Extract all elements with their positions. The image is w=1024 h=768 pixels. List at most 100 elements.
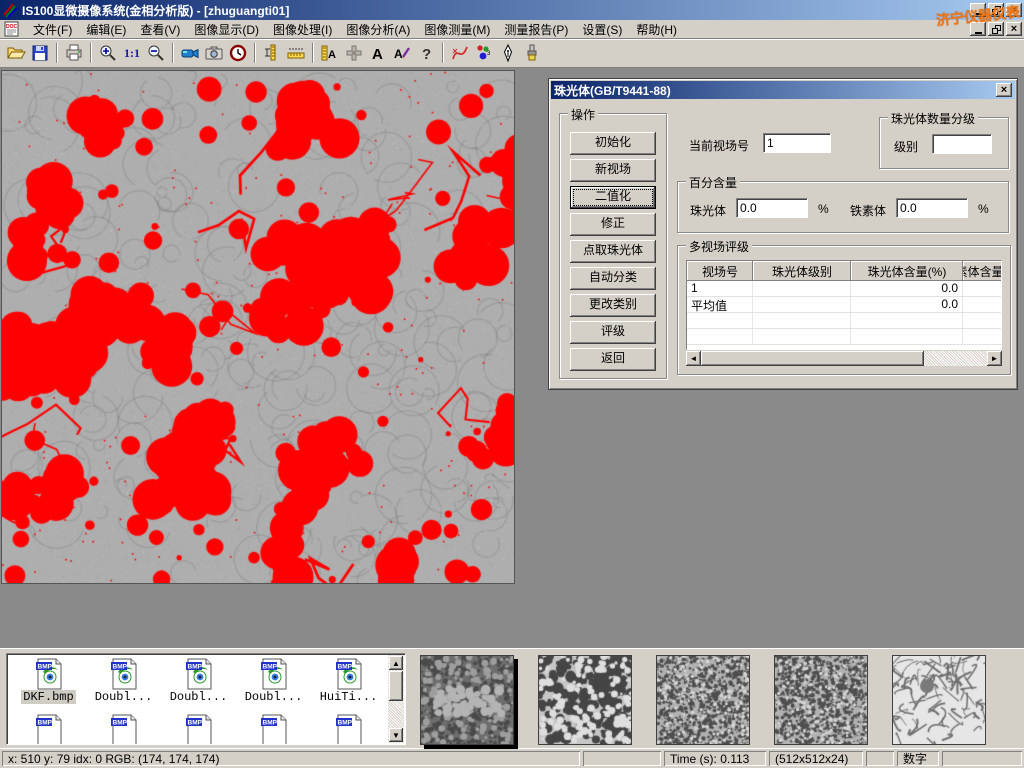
- file-name[interactable]: Doubl...: [243, 690, 305, 704]
- file-item[interactable]: BMP: [161, 714, 236, 745]
- change-class-button[interactable]: 更改类别: [570, 294, 656, 317]
- menu-edit[interactable]: 编辑(E): [79, 19, 133, 40]
- metallograph-image[interactable]: [1, 70, 515, 584]
- thumbnail-2[interactable]: [538, 655, 632, 745]
- scroll-down-icon[interactable]: ▼: [389, 728, 403, 742]
- menu-image-measure[interactable]: 图像测量(M): [417, 19, 497, 40]
- current-field-input[interactable]: [763, 133, 831, 153]
- svg-text:A: A: [372, 46, 383, 63]
- pearlite-dialog: 珠光体(GB/T9441-88) × 操作 初始化 新视场 二值化 修正 点取珠…: [548, 78, 1018, 390]
- file-name[interactable]: Doubl...: [168, 690, 230, 704]
- curve-tool-icon[interactable]: [448, 41, 472, 65]
- classify-particles-icon[interactable]: 3: [472, 41, 496, 65]
- file-list-scrollbar[interactable]: ▲ ▼: [388, 655, 404, 743]
- cursor-status: x: 510 y: 79 idx: 0 RGB: (174, 174, 174): [2, 751, 580, 766]
- grid-select-icon[interactable]: [342, 41, 366, 65]
- menu-view[interactable]: 查看(V): [133, 19, 187, 40]
- file-item[interactable]: BMP: [86, 714, 161, 745]
- bmp-file-icon: BMP: [109, 658, 139, 690]
- return-button[interactable]: 返回: [570, 348, 656, 371]
- mdi-restore-button[interactable]: [988, 22, 1004, 36]
- annotate-icon[interactable]: A: [390, 41, 414, 65]
- ruler-icon[interactable]: [284, 41, 308, 65]
- file-name[interactable]: DKF.bmp: [21, 690, 75, 704]
- file-item[interactable]: BMP DKF.bmp: [11, 658, 86, 704]
- grade-level-input[interactable]: [932, 134, 992, 154]
- actual-size-icon[interactable]: 1:1: [120, 41, 144, 65]
- file-item[interactable]: BMP Doubl...: [161, 658, 236, 704]
- col-pearlite-grade[interactable]: 珠光体级别: [753, 261, 851, 281]
- col-field-no[interactable]: 视场号: [687, 261, 753, 281]
- status-panel-empty: [866, 751, 894, 766]
- file-item[interactable]: BMP Doubl...: [236, 658, 311, 704]
- timer-clock-icon[interactable]: [226, 41, 250, 65]
- menu-file[interactable]: 文件(F): [26, 19, 79, 40]
- menu-image-display[interactable]: 图像显示(D): [187, 19, 266, 40]
- close-button[interactable]: ×: [1006, 3, 1022, 17]
- open-icon[interactable]: [4, 41, 28, 65]
- correct-button[interactable]: 修正: [570, 213, 656, 236]
- file-browser[interactable]: BMP DKF.bmp BMP Doubl... BMP Doubl... BM…: [6, 653, 406, 745]
- caliper-icon[interactable]: [260, 41, 284, 65]
- save-icon[interactable]: [28, 41, 52, 65]
- thumbnail-3[interactable]: [656, 655, 750, 745]
- binarize-button[interactable]: 二值化: [570, 186, 656, 209]
- menu-measure-report[interactable]: 测量报告(P): [497, 19, 575, 40]
- grade-group-label: 珠光体数量分级: [888, 110, 978, 127]
- help-icon[interactable]: ?: [414, 41, 438, 65]
- thumbnail-1[interactable]: [420, 655, 514, 745]
- table-horizontal-scrollbar[interactable]: ◄ ►: [686, 351, 1002, 366]
- file-item[interactable]: BMP: [11, 714, 86, 745]
- scroll-thumb[interactable]: [701, 351, 924, 366]
- pen-tool-icon[interactable]: [496, 41, 520, 65]
- text-icon[interactable]: A: [366, 41, 390, 65]
- table-row[interactable]: 平均值 0.0: [687, 297, 1001, 313]
- file-item[interactable]: BMP HuiTi...: [311, 658, 386, 704]
- scroll-left-icon[interactable]: ◄: [686, 351, 701, 366]
- table-row[interactable]: 1 0.0: [687, 281, 1001, 297]
- rate-button[interactable]: 评级: [570, 321, 656, 344]
- camera-icon[interactable]: [202, 41, 226, 65]
- zoom-in-icon[interactable]: [96, 41, 120, 65]
- print-icon[interactable]: [62, 41, 86, 65]
- new-field-button[interactable]: 新视场: [570, 159, 656, 182]
- scroll-thumb[interactable]: [389, 671, 403, 701]
- col-ferrite-content[interactable]: 铁素体含量(%): [963, 261, 1002, 281]
- menu-settings[interactable]: 设置(S): [575, 19, 629, 40]
- dialog-close-button[interactable]: ×: [996, 83, 1012, 97]
- svg-text:BMP: BMP: [37, 664, 52, 671]
- bmp-file-icon: BMP: [184, 658, 214, 690]
- file-name[interactable]: Doubl...: [93, 690, 155, 704]
- file-item[interactable]: BMP: [311, 714, 386, 745]
- measure-text-icon[interactable]: A: [318, 41, 342, 65]
- file-name[interactable]: HuiTi...: [318, 690, 380, 704]
- rating-table[interactable]: 视场号 珠光体级别 珠光体含量(%) 铁素体含量(%) 1 0.0 平均值: [686, 260, 1002, 350]
- pearlite-percent-input[interactable]: [736, 198, 808, 218]
- scroll-right-icon[interactable]: ►: [987, 351, 1002, 366]
- scroll-track[interactable]: [701, 351, 987, 366]
- menu-image-analysis[interactable]: 图像分析(A): [339, 19, 417, 40]
- table-row-empty: [687, 329, 1001, 345]
- minimize-button[interactable]: [970, 3, 986, 17]
- file-item[interactable]: BMP: [236, 714, 311, 745]
- mdi-close-button[interactable]: ×: [1006, 22, 1022, 36]
- menu-help[interactable]: 帮助(H): [629, 19, 684, 40]
- scroll-up-icon[interactable]: ▲: [389, 656, 403, 670]
- brush-tool-icon[interactable]: [520, 41, 544, 65]
- video-camera-icon[interactable]: [178, 41, 202, 65]
- pick-pearlite-button[interactable]: 点取珠光体: [570, 240, 656, 263]
- zoom-out-icon[interactable]: [144, 41, 168, 65]
- dialog-title-bar[interactable]: 珠光体(GB/T9441-88) ×: [551, 81, 1015, 99]
- thumbnail-4[interactable]: [774, 655, 868, 745]
- app-logo-icon: [2, 2, 18, 18]
- menu-image-processing[interactable]: 图像处理(I): [266, 19, 339, 40]
- restore-button[interactable]: [988, 3, 1004, 17]
- file-item[interactable]: BMP Doubl...: [86, 658, 161, 704]
- initialize-button[interactable]: 初始化: [570, 132, 656, 155]
- thumbnail-5[interactable]: [892, 655, 986, 745]
- document-icon[interactable]: DOC: [4, 21, 22, 37]
- ferrite-percent-input[interactable]: [896, 198, 968, 218]
- auto-classify-button[interactable]: 自动分类: [570, 267, 656, 290]
- mdi-minimize-button[interactable]: [970, 22, 986, 36]
- col-pearlite-content[interactable]: 珠光体含量(%): [851, 261, 963, 281]
